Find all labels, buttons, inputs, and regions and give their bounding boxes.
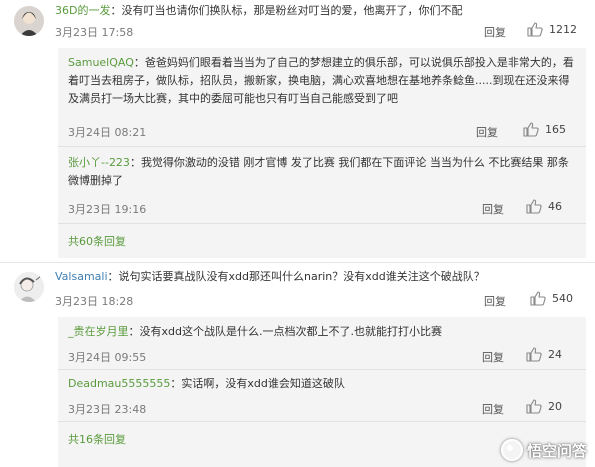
- comment-date: 3月23日 18:28: [55, 295, 134, 308]
- reply-date: 3月24日 09:55: [68, 351, 147, 364]
- like-button[interactable]: 46: [526, 199, 562, 214]
- comment-date: 3月23日 17:58: [55, 26, 134, 39]
- more-replies-link[interactable]: 共16条回复: [68, 431, 126, 447]
- reply-item: Deadmau5555555：实话啊，没有xdd谁会知道这破队: [68, 377, 345, 390]
- avatar[interactable]: [14, 6, 44, 36]
- reply-item: _贵在岁月里：没有xdd这个战队是什么.一点档次都上不了.也就能打打小比赛: [68, 325, 442, 338]
- like-count: 540: [552, 292, 573, 305]
- reply-button[interactable]: 回复: [482, 349, 504, 365]
- watermark: 悟空问答: [500, 439, 587, 461]
- user-avatar-icon: [14, 6, 44, 36]
- like-button[interactable]: 165: [523, 122, 566, 137]
- like-count: 46: [548, 200, 562, 213]
- reply-text: 没有xdd这个战队是什么.一点档次都上不了.也就能打打小比赛: [139, 325, 442, 338]
- like-count: 165: [545, 123, 566, 136]
- like-button[interactable]: 540: [530, 291, 573, 306]
- username[interactable]: Valsamali: [55, 270, 108, 283]
- like-count: 20: [548, 400, 562, 413]
- reply-item: 张小丫--223：我觉得你激动的没错 刚才官博 发了比赛 我们都在下面评论 当当…: [68, 156, 569, 187]
- thumbs-up-icon: [523, 122, 539, 137]
- reply-list-1: SamuelQAQ：爸爸妈妈们眼看着当当为了自己的梦想建立的俱乐部，可以说俱乐部…: [58, 48, 586, 258]
- divider: [58, 369, 586, 370]
- watermark-text: 悟空问答: [526, 441, 587, 460]
- reply-date: 3月23日 23:48: [68, 403, 147, 416]
- reply-text: 我觉得你激动的没错 刚才官博 发了比赛 我们都在下面评论 当当为什么 不比赛结果…: [68, 156, 569, 187]
- comment-body: Valsamali：说句实话要真战队没有xdd那还叫什么narin？没有xdd谁…: [55, 270, 485, 283]
- like-count: 24: [548, 348, 562, 361]
- wukong-logo-icon: [500, 439, 523, 461]
- reply-button[interactable]: 回复: [482, 201, 504, 217]
- thumbs-up-icon: [530, 291, 546, 306]
- avatar[interactable]: [14, 272, 44, 302]
- divider: [58, 421, 586, 422]
- comment-text: 说句实话要真战队没有xdd那还叫什么narin？没有xdd谁关注这个破战队？: [118, 270, 485, 283]
- divider: [58, 223, 586, 224]
- reply-date: 3月24日 08:21: [68, 126, 147, 139]
- more-replies-link[interactable]: 共60条回复: [68, 233, 126, 249]
- reply-item: SamuelQAQ：爸爸妈妈们眼看着当当为了自己的梦想建立的俱乐部，可以说俱乐部…: [68, 56, 574, 105]
- reply-text: 实话啊，没有xdd谁会知道这破队: [181, 377, 345, 390]
- user-avatar-icon: [14, 272, 44, 302]
- reply-username[interactable]: 张小丫--223: [68, 156, 130, 169]
- reply-button[interactable]: 回复: [484, 24, 506, 40]
- reply-username[interactable]: SamuelQAQ: [68, 56, 134, 69]
- divider: [58, 146, 586, 147]
- comment-body: 36D的一发：没有叮当也请你们换队标，那是粉丝对叮当的爱，他离开了，你们不配: [55, 4, 463, 17]
- like-count: 1212: [549, 23, 577, 36]
- like-button[interactable]: 20: [526, 399, 562, 414]
- reply-username[interactable]: Deadmau5555555: [68, 377, 170, 390]
- thumbs-up-icon: [527, 22, 543, 37]
- thumbs-up-icon: [526, 399, 542, 414]
- thumbs-up-icon: [526, 199, 542, 214]
- thumbs-up-icon: [526, 347, 542, 362]
- like-button[interactable]: 24: [526, 347, 562, 362]
- like-button[interactable]: 1212: [527, 22, 577, 37]
- reply-button[interactable]: 回复: [484, 293, 506, 309]
- reply-date: 3月23日 19:16: [68, 203, 147, 216]
- username[interactable]: 36D的一发: [55, 4, 110, 17]
- reply-username[interactable]: _贵在岁月里: [68, 325, 129, 338]
- reply-button[interactable]: 回复: [476, 124, 498, 140]
- reply-button[interactable]: 回复: [482, 401, 504, 417]
- comment-text: 没有叮当也请你们换队标，那是粉丝对叮当的爱，他离开了，你们不配: [121, 4, 463, 17]
- divider: [0, 262, 595, 263]
